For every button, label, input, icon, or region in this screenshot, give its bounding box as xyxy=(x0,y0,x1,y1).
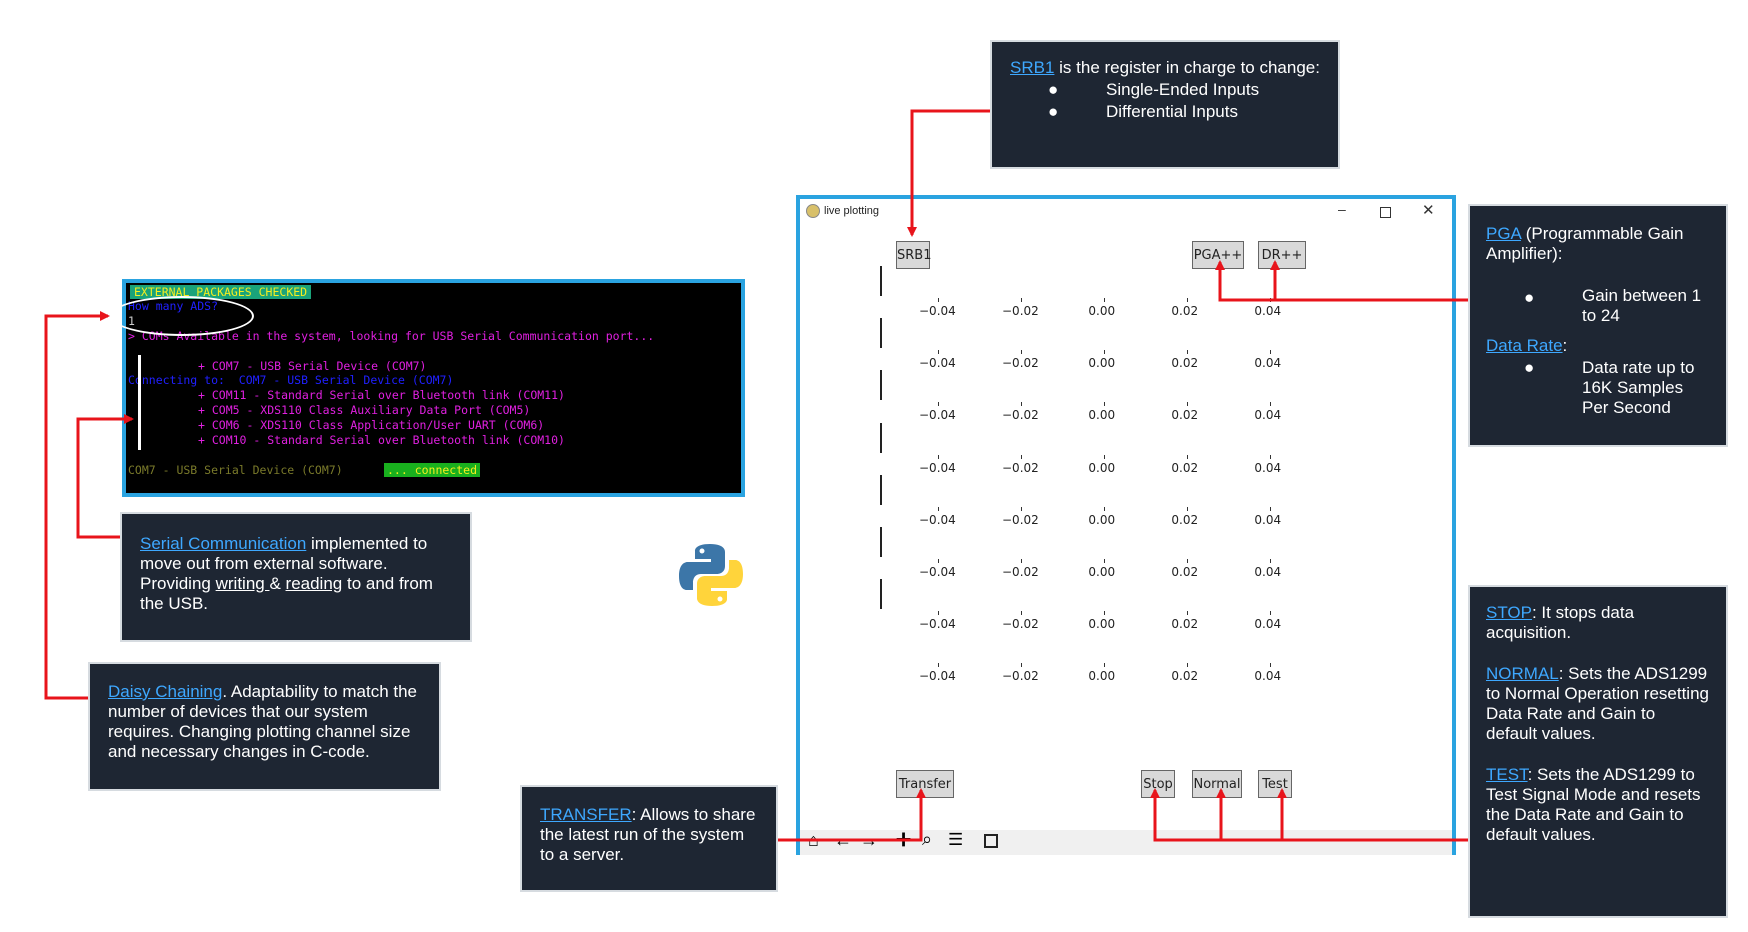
arrow-serial xyxy=(76,414,134,539)
arrow-srb1 xyxy=(907,109,990,237)
annotation-arrows xyxy=(44,109,1468,842)
arrow-stop xyxy=(1150,788,1468,842)
arrow-pga xyxy=(1215,260,1468,302)
arrow-transfer xyxy=(778,788,926,842)
